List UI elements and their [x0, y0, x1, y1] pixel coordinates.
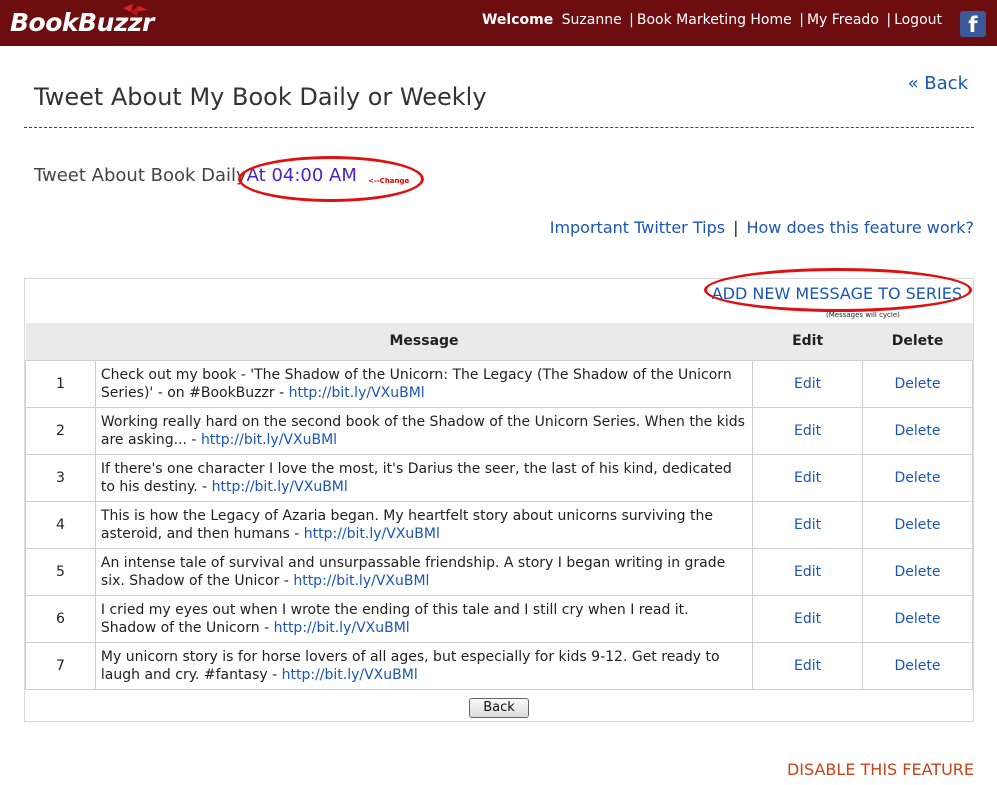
row-number: 6: [25, 594, 96, 643]
message-text: If there's one character I love the most…: [100, 460, 732, 495]
delete-cell: Delete: [862, 453, 973, 502]
row-number: 2: [25, 406, 96, 455]
cycle-note: (Messages will cycle): [826, 311, 900, 319]
how-it-works-link[interactable]: How does this feature work?: [746, 218, 974, 237]
delete-cell: Delete: [862, 547, 973, 596]
column-header-message: Message: [95, 323, 753, 360]
top-navigation: Welcome Suzanne | Book Marketing Home | My…: [482, 12, 942, 28]
time-highlight-ellipse: [238, 156, 424, 202]
nav-logout[interactable]: Logout: [894, 12, 942, 28]
column-header-delete: Delete: [862, 323, 973, 360]
message-cell: I cried my eyes out when I wrote the end…: [94, 594, 754, 643]
delete-link[interactable]: Delete: [895, 376, 941, 392]
help-links: Important Twitter Tips | How does this fea…: [550, 218, 974, 237]
message-url[interactable]: http://bit.ly/VXuBMl: [293, 573, 429, 589]
dashed-divider: [24, 127, 974, 128]
twitter-tips-link[interactable]: Important Twitter Tips: [550, 218, 725, 237]
message-url[interactable]: http://bit.ly/VXuBMl: [201, 432, 337, 448]
edit-link[interactable]: Edit: [794, 470, 821, 486]
page-title: Tweet About My Book Daily or Weekly: [34, 83, 487, 111]
edit-link[interactable]: Edit: [794, 376, 821, 392]
delete-cell: Delete: [862, 500, 973, 549]
welcome-label: Welcome: [481, 12, 554, 28]
table-row: 3 If there's one character I love the mo…: [25, 453, 973, 502]
nav-my-freado[interactable]: My Freado: [807, 12, 879, 28]
message-cell: My unicorn story is for horse lovers of …: [94, 641, 754, 690]
delete-cell: Delete: [862, 594, 973, 643]
delete-cell: Delete: [862, 641, 973, 690]
message-url[interactable]: http://bit.ly/VXuBMl: [304, 526, 440, 542]
delete-link[interactable]: Delete: [895, 611, 941, 627]
edit-link[interactable]: Edit: [794, 517, 821, 533]
table-header-row: Message Edit Delete: [25, 323, 973, 360]
column-header-edit: Edit: [752, 323, 863, 360]
message-url[interactable]: http://bit.ly/VXuBMl: [212, 479, 348, 495]
delete-link[interactable]: Delete: [895, 423, 941, 439]
facebook-icon[interactable]: f: [960, 11, 986, 37]
edit-cell: Edit: [752, 406, 864, 455]
delete-link[interactable]: Delete: [895, 658, 941, 674]
add-link-highlight-ellipse: [704, 268, 972, 312]
message-cell: Working really hard on the second book o…: [94, 406, 754, 455]
back-link[interactable]: « Back: [908, 73, 968, 94]
edit-link[interactable]: Edit: [794, 658, 821, 674]
message-url[interactable]: http://bit.ly/VXuBMl: [282, 667, 418, 683]
row-number: 7: [25, 641, 96, 690]
delete-cell: Delete: [862, 406, 973, 455]
schedule-label: Tweet About Book Daily: [34, 165, 247, 186]
delete-link[interactable]: Delete: [895, 564, 941, 580]
username: Suzanne: [561, 12, 622, 28]
links-separator: |: [733, 218, 739, 237]
logo-bird-icon: [123, 4, 147, 16]
edit-cell: Edit: [752, 453, 864, 502]
disable-feature-link[interactable]: DISABLE THIS FEATURE: [787, 760, 974, 779]
nav-separator: |: [799, 12, 804, 28]
edit-cell: Edit: [752, 594, 864, 643]
message-url[interactable]: http://bit.ly/VXuBMl: [274, 620, 410, 636]
row-number: 3: [25, 453, 96, 502]
table-row: 4 This is how the Legacy of Azaria began…: [25, 500, 973, 549]
edit-link[interactable]: Edit: [794, 611, 821, 627]
message-url[interactable]: http://bit.ly/VXuBMl: [289, 385, 425, 401]
edit-cell: Edit: [752, 359, 864, 408]
table-row: 2 Working really hard on the second book…: [25, 406, 973, 455]
message-text: Working really hard on the second book o…: [100, 413, 745, 448]
row-number: 1: [25, 359, 96, 408]
message-cell: An intense tale of survival and unsurpas…: [94, 547, 754, 596]
message-cell: Check out my book - 'The Shadow of the U…: [94, 359, 754, 408]
nav-separator: |: [629, 12, 634, 28]
table-row: 6 I cried my eyes out when I wrote the e…: [25, 594, 973, 643]
delete-cell: Delete: [862, 359, 973, 408]
row-number: 4: [25, 500, 96, 549]
delete-link[interactable]: Delete: [895, 470, 941, 486]
message-cell: This is how the Legacy of Azaria began. …: [94, 500, 754, 549]
top-bar: BookBuzzr Welcome Suzanne | Book Marketin…: [0, 0, 997, 46]
messages-table: Message Edit Delete 1 Check out my book …: [25, 323, 973, 690]
table-row: 7 My unicorn story is for horse lovers o…: [25, 641, 973, 690]
edit-cell: Edit: [752, 547, 864, 596]
back-button[interactable]: Back: [469, 698, 529, 718]
message-cell: If there's one character I love the most…: [94, 453, 754, 502]
row-number: 5: [25, 547, 96, 596]
table-row: 5 An intense tale of survival and unsurp…: [25, 547, 973, 596]
table-row: 1 Check out my book - 'The Shadow of the…: [25, 359, 973, 408]
column-header-number: [25, 323, 96, 360]
nav-book-marketing-home[interactable]: Book Marketing Home: [637, 12, 792, 28]
nav-separator: |: [886, 12, 892, 28]
edit-cell: Edit: [752, 500, 864, 549]
delete-link[interactable]: Delete: [895, 517, 941, 533]
edit-cell: Edit: [752, 641, 864, 690]
edit-link[interactable]: Edit: [794, 423, 821, 439]
edit-link[interactable]: Edit: [794, 564, 821, 580]
